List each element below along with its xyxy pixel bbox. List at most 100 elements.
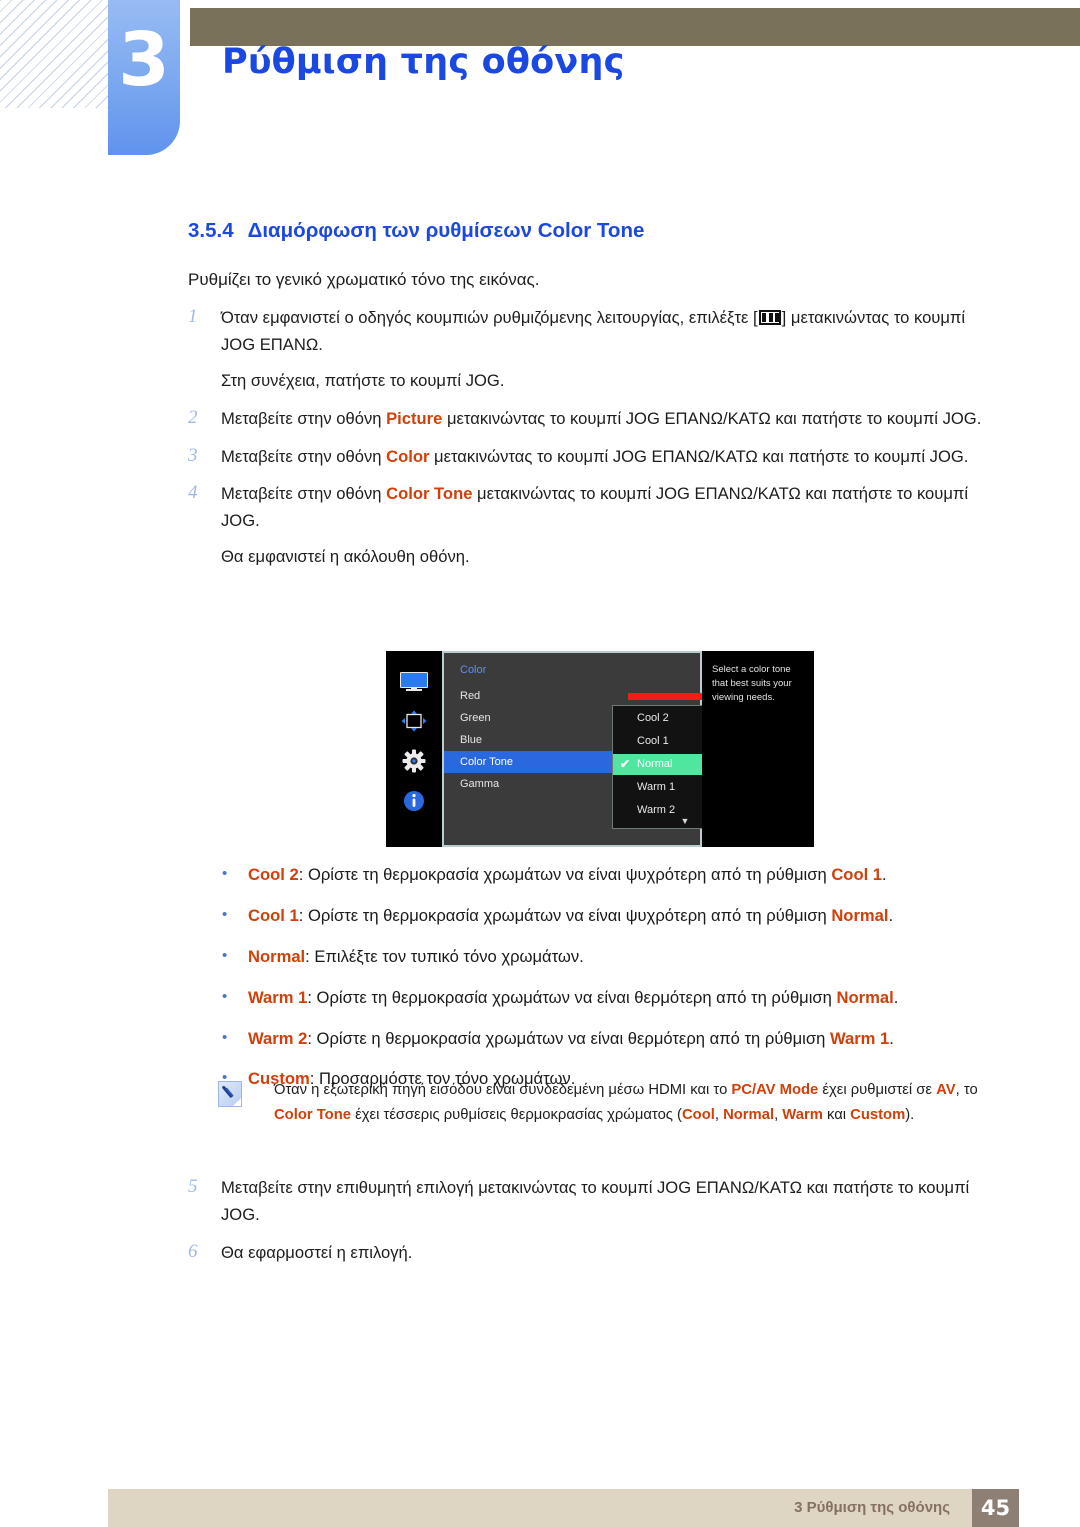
osd-help-text: Select a color tone that best suits your… — [712, 664, 792, 703]
step-number: 6 — [188, 1240, 198, 1262]
bullet-body: : Ορίστε τη θερμοκρασία χρωμάτων να είνα… — [307, 987, 837, 1007]
bullet-dot-icon: • — [222, 905, 228, 923]
step-text: Θα εφαρμοστεί η επιλογή. — [221, 1242, 413, 1262]
page-number: 45 — [972, 1489, 1019, 1527]
bullet-body: : Ορίστε η θερμοκρασία χρωμάτων να είναι… — [307, 1028, 830, 1048]
info-icon[interactable] — [399, 789, 429, 813]
slider-fill — [628, 693, 703, 700]
bullet-dot-icon: • — [222, 865, 228, 882]
note-seg-3: , το — [955, 1082, 978, 1098]
step-text: Μεταβείτε στην οθόνη Color μετακινώντας … — [221, 444, 1003, 471]
bullet-text: Cool 2: Ορίστε τη θερμοκρασία χρωμάτων ν… — [248, 863, 887, 888]
bullet-text: Normal: Επιλέξτε τον τυπικό τόνο χρωμάτω… — [248, 945, 584, 970]
term-warm: Warm — [782, 1107, 823, 1124]
term-warm2: Warm 2 — [248, 1028, 308, 1048]
term-normal-ref: Normal — [831, 905, 889, 925]
list-item: • Normal: Επιλέξτε τον τυπικό τόνο χρωμά… — [222, 945, 1002, 970]
section-intro: Ρυθμίζει το γενικό χρωματικό τόνο της ει… — [188, 270, 540, 289]
osd-window: Color Red 50 Green Blue — [386, 651, 814, 847]
list-item: • Warm 2: Ορίστε η θερμοκρασία χρωμάτων … — [222, 1027, 1002, 1052]
step-item-3: 3 Μεταβείτε στην οθόνη Color μετακινώντα… — [188, 444, 1003, 471]
note-seg-7: και — [822, 1107, 851, 1124]
term-av: AV — [936, 1082, 956, 1098]
osd-row-label: Gamma — [460, 778, 500, 790]
check-icon: ✔ — [620, 757, 631, 771]
step-text: Μεταβείτε στην οθόνη Color Tone μετακινώ… — [221, 481, 1003, 571]
step-item-5: 5 Μεταβείτε στην επιθυμητή επιλογή μετακ… — [188, 1175, 1003, 1229]
step-text: Μεταβείτε στην οθόνη Picture μετακινώντα… — [221, 406, 1003, 433]
step-item-2: 2 Μεταβείτε στην οθόνη Picture μετακινών… — [188, 406, 1003, 433]
dropdown-option-label: Warm 1 — [637, 781, 676, 793]
bullet-text: Cool 1: Ορίστε τη θερμοκρασία χρωμάτων ν… — [248, 904, 893, 929]
bullet-text: Warm 2: Ορίστε η θερμοκρασία χρωμάτων να… — [248, 1027, 894, 1052]
move-arrows-icon[interactable] — [399, 709, 429, 733]
page-header: 3 Ρύθμιση της οθόνης — [0, 0, 1080, 175]
osd-row-label: Red — [460, 690, 481, 702]
bullet-end: . — [882, 865, 887, 884]
term-cool2: Cool 2 — [248, 865, 299, 884]
note-callout: Όταν η εξωτερική πηγή εισόδου είναι συνδ… — [218, 1078, 1008, 1129]
osd-row-red[interactable]: Red 50 — [444, 685, 798, 707]
step2-text-b: μετακινώντας το κουμπί JOG ΕΠΑΝΩ/ΚΑΤΩ κα… — [442, 408, 982, 428]
footer-chapter-label: 3 Ρύθμιση της οθόνης — [794, 1499, 950, 1516]
page-footer: 3 Ρύθμιση της οθόνης 45 — [0, 1489, 1080, 1527]
step3-text-a: Μεταβείτε στην οθόνη — [221, 446, 387, 466]
section-number: 3.5.4 — [188, 219, 234, 242]
section-heading: 3.5.4 Διαμόρφωση των ρυθμίσεων Color Tone — [188, 219, 644, 243]
bullet-text: Warm 1: Ορίστε τη θερμοκρασία χρωμάτων ν… — [248, 986, 898, 1011]
bullet-dot-icon: • — [222, 946, 228, 964]
term-warm1-ref: Warm 1 — [829, 1028, 890, 1048]
osd-row-label: Green — [460, 712, 491, 724]
step-text: Μεταβείτε στην επιθυμητή επιλογή μετακιν… — [221, 1178, 970, 1224]
section-title: Διαμόρφωση των ρυθμίσεων Color Tone — [247, 219, 645, 242]
chapter-title: Ρύθμιση της οθόνης — [222, 42, 625, 82]
list-item: • Cool 2: Ορίστε τη θερμοκρασία χρωμάτων… — [222, 863, 1002, 888]
step-text: Όταν εμφανιστεί ο οδηγός κουμπιών ρυθμιζ… — [221, 305, 1003, 395]
chapter-number: 3 — [118, 17, 170, 103]
note-text: Όταν η εξωτερική πηγή εισόδου είναι συνδ… — [274, 1078, 1008, 1129]
step4-term-colortone: Color Tone — [386, 484, 473, 504]
note-seg-1: Όταν η εξωτερική πηγή εισόδου είναι συνδ… — [274, 1082, 732, 1098]
monitor-icon[interactable] — [399, 669, 429, 693]
step-item-6: 6 Θα εφαρμοστεί η επιλογή. — [188, 1240, 1003, 1267]
note-pencil-icon — [218, 1078, 274, 1129]
term-normal: Normal — [248, 946, 306, 966]
step2-term-picture: Picture — [386, 408, 443, 428]
term-color-tone: Color Tone — [274, 1107, 351, 1124]
list-item: • Warm 1: Ορίστε τη θερμοκρασία χρωμάτων… — [222, 986, 1002, 1011]
header-brown-bar — [190, 8, 1080, 46]
step-number: 3 — [188, 444, 198, 466]
color-tone-options-list: • Cool 2: Ορίστε τη θερμοκρασία χρωμάτων… — [222, 863, 1002, 1108]
dropdown-option-label: Cool 1 — [637, 735, 669, 747]
step-number: 5 — [188, 1176, 198, 1197]
osd-row-label: Blue — [460, 734, 483, 746]
bullet-body: : Ορίστε τη θερμοκρασία χρωμάτων να είνα… — [298, 865, 832, 884]
term-warm1: Warm 1 — [248, 987, 308, 1007]
term-cool1: Cool 1 — [248, 905, 299, 925]
step4-substep: Θα εμφανιστεί η ακόλουθη οθόνη. — [221, 547, 470, 567]
term-pcav-mode: PC/AV Mode — [731, 1082, 819, 1098]
step4-text-a: Μεταβείτε στην οθόνη — [221, 484, 387, 504]
osd-help-panel: Select a color tone that best suits your… — [702, 651, 814, 847]
step3-term-color: Color — [386, 446, 430, 466]
step-item-1: 1 Όταν εμφανιστεί ο οδηγός κουμπιών ρυθμ… — [188, 305, 1003, 395]
term-normal-note: Normal — [723, 1107, 775, 1124]
osd-row-label: Color Tone — [460, 756, 513, 768]
step-number: 2 — [188, 406, 198, 428]
term-normal-ref2: Normal — [836, 987, 894, 1007]
note-seg-2: έχει ρυθμιστεί σε — [818, 1082, 937, 1098]
bullet-end: . — [893, 987, 899, 1007]
osd-menu-title: Color — [460, 664, 487, 676]
gear-icon[interactable] — [399, 749, 429, 773]
step-number: 1 — [188, 306, 198, 327]
dropdown-option-label: Cool 2 — [637, 712, 669, 724]
dropdown-option-label: Normal — [637, 758, 673, 770]
step3-text-b: μετακινώντας το κουμπί JOG ΕΠΑΝΩ/ΚΑΤΩ κα… — [429, 446, 969, 466]
bullet-body: : Επιλέξτε τον τυπικό τόνο χρωμάτων. — [305, 946, 584, 966]
steps-list-secondary: 5 Μεταβείτε στην επιθυμητή επιλογή μετακ… — [188, 1175, 1003, 1278]
term-custom-note: Custom — [850, 1107, 906, 1124]
step2-text-a: Μεταβείτε στην οθόνη — [221, 408, 387, 428]
step1-text-a: Όταν εμφανιστεί ο οδηγός κουμπιών ρυθμιζ… — [221, 308, 758, 327]
step-item-4: 4 Μεταβείτε στην οθόνη Color Tone μετακι… — [188, 481, 1003, 571]
term-cool: Cool — [681, 1107, 715, 1124]
